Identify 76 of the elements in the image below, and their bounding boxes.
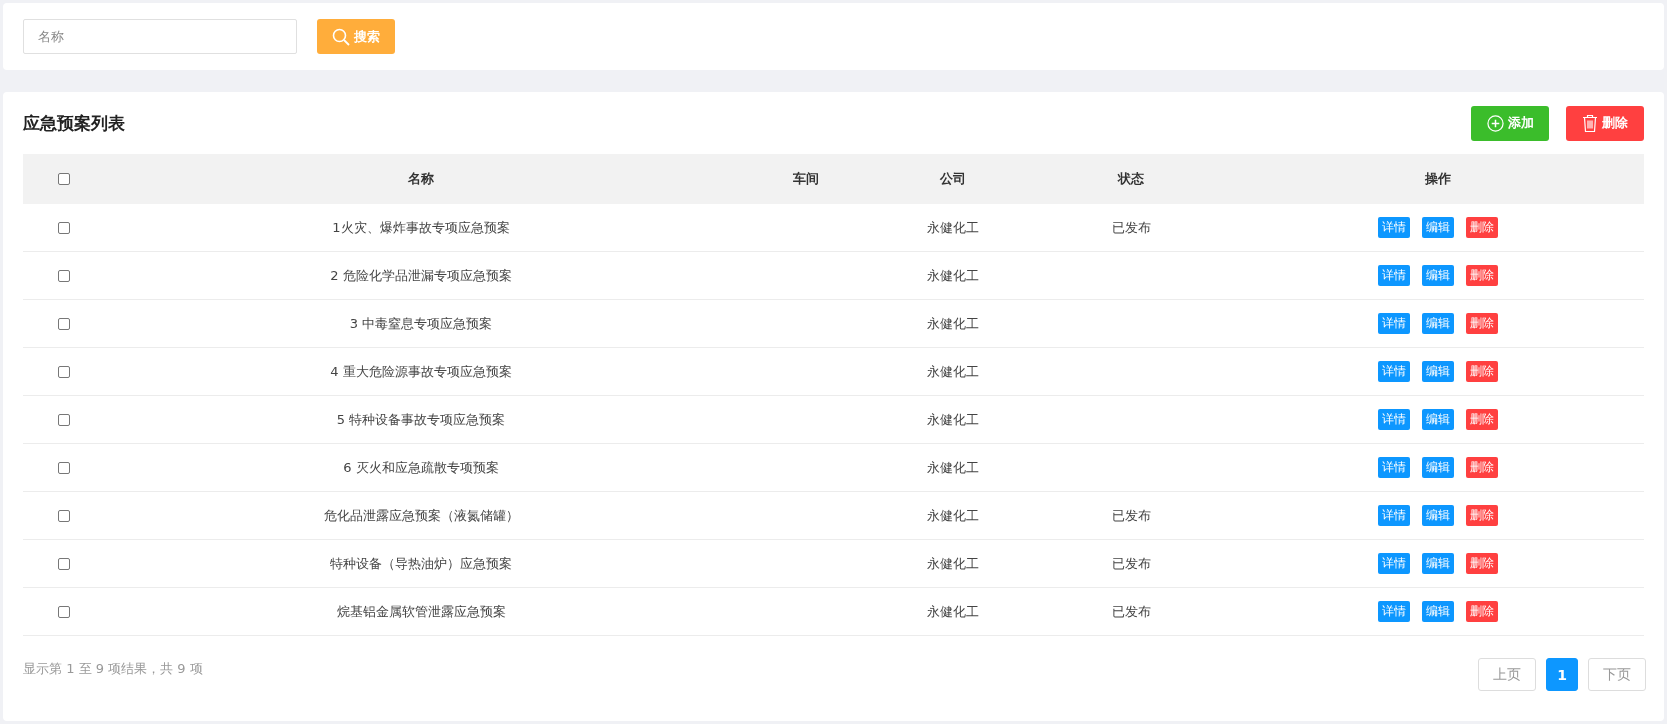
delete-button[interactable]: 删除 xyxy=(1566,105,1644,141)
edit-button[interactable]: 编辑 xyxy=(1421,265,1454,286)
detail-button[interactable]: 详情 xyxy=(1377,265,1410,286)
table-cell-text: 烷基铝金属软管泄露应急预案 xyxy=(335,602,507,621)
table-cell-text: 永健化工 xyxy=(926,266,980,285)
table-cell-text: 永健化工 xyxy=(926,410,980,429)
delete-button[interactable]: 删除 xyxy=(1465,265,1498,286)
edit-button[interactable]: 编辑 xyxy=(1421,217,1454,238)
edit-button[interactable]: 编辑 xyxy=(1421,505,1454,526)
table-cell-text: 1火灾、爆炸事故专项应急预案 xyxy=(331,218,511,237)
edit-button[interactable]: 编辑 xyxy=(1421,457,1454,478)
detail-button[interactable]: 详情 xyxy=(1377,217,1410,238)
row-checkbox[interactable] xyxy=(58,605,70,618)
edit-button[interactable]: 编辑 xyxy=(1421,553,1454,574)
row-checkbox[interactable] xyxy=(58,557,70,570)
trash-icon xyxy=(1582,113,1598,133)
result-summary: 显示第 1 至 9 项结果，共 9 项 xyxy=(23,660,203,678)
table-cell-text: 特种设备（导热油炉）应急预案 xyxy=(329,554,513,573)
delete-button[interactable]: 删除 xyxy=(1465,553,1498,574)
row-checkbox[interactable] xyxy=(58,269,70,282)
name-search-field[interactable]: 名称 xyxy=(23,19,297,54)
row-checkbox[interactable] xyxy=(58,317,70,330)
page-button[interactable]: 1 xyxy=(1546,658,1578,691)
edit-button[interactable]: 编辑 xyxy=(1421,313,1454,334)
search-button[interactable]: 搜索 xyxy=(317,19,395,54)
column-header: 名称 xyxy=(407,170,435,188)
next-page-button[interactable]: 下页 xyxy=(1588,658,1646,691)
detail-button[interactable]: 详情 xyxy=(1377,361,1410,382)
detail-button[interactable]: 详情 xyxy=(1377,553,1410,574)
table-cell-text: 永健化工 xyxy=(926,554,980,573)
table-cell-text: 4 重大危险源事故专项应急预案 xyxy=(329,362,513,381)
row-checkbox[interactable] xyxy=(58,221,70,234)
row-checkbox[interactable] xyxy=(58,413,70,426)
row-checkbox[interactable] xyxy=(58,365,70,378)
select-all-checkbox[interactable] xyxy=(58,173,70,185)
row-checkbox[interactable] xyxy=(58,461,70,474)
column-header: 公司 xyxy=(939,170,967,188)
table-cell-text: 永健化工 xyxy=(926,506,980,525)
table-cell-text: 永健化工 xyxy=(926,218,980,237)
table-cell-text: 2 危险化学品泄漏专项应急预案 xyxy=(329,266,513,285)
plus-circle-icon xyxy=(1486,114,1504,132)
table-cell-text: 永健化工 xyxy=(926,362,980,381)
table-cell-text: 已发布 xyxy=(1110,218,1152,237)
table-cell-text: 已发布 xyxy=(1110,602,1152,621)
table-cell-text: 危化品泄露应急预案（液氮储罐） xyxy=(322,506,520,525)
delete-button[interactable]: 删除 xyxy=(1465,601,1498,622)
table-cell-text: 3 中毒窒息专项应急预案 xyxy=(348,314,494,333)
edit-button[interactable]: 编辑 xyxy=(1421,361,1454,382)
column-header: 操作 xyxy=(1423,170,1452,188)
delete-button[interactable]: 删除 xyxy=(1465,409,1498,430)
table-cell-text: 永健化工 xyxy=(926,314,980,333)
table-cell-text: 永健化工 xyxy=(926,458,980,477)
add-button[interactable]: 添加 xyxy=(1471,105,1549,141)
detail-button[interactable]: 详情 xyxy=(1377,601,1410,622)
detail-button[interactable]: 详情 xyxy=(1377,313,1410,334)
delete-button[interactable]: 删除 xyxy=(1465,217,1498,238)
table-cell-text: 6 灭火和应急疏散专项预案 xyxy=(342,458,500,477)
row-checkbox[interactable] xyxy=(58,509,70,522)
edit-button[interactable]: 编辑 xyxy=(1421,409,1454,430)
table-cell-text: 已发布 xyxy=(1110,506,1152,525)
table-cell-text: 5 特种设备事故专项应急预案 xyxy=(335,410,507,429)
list-title: 应急预案列表 xyxy=(23,111,126,135)
column-header: 状态 xyxy=(1116,170,1145,188)
detail-button[interactable]: 详情 xyxy=(1377,505,1410,526)
delete-button[interactable]: 删除 xyxy=(1465,457,1498,478)
edit-button[interactable]: 编辑 xyxy=(1421,601,1454,622)
detail-button[interactable]: 详情 xyxy=(1377,457,1410,478)
delete-button[interactable]: 删除 xyxy=(1465,505,1498,526)
table-cell-text: 永健化工 xyxy=(926,602,980,621)
previous-page-button[interactable]: 上页 xyxy=(1478,658,1536,691)
search-icon xyxy=(332,27,350,46)
delete-button[interactable]: 删除 xyxy=(1465,361,1498,382)
table-cell-text: 已发布 xyxy=(1110,554,1152,573)
delete-button[interactable]: 删除 xyxy=(1465,313,1498,334)
detail-button[interactable]: 详情 xyxy=(1377,409,1410,430)
column-header: 车间 xyxy=(792,170,820,188)
